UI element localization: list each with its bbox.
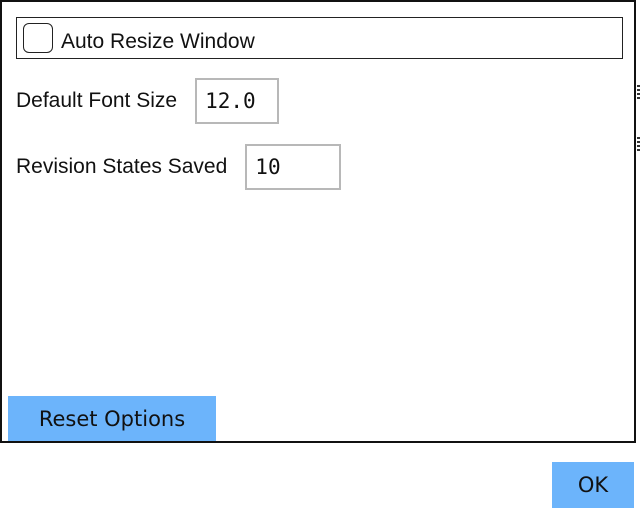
ok-button[interactable]: OK xyxy=(552,462,634,508)
auto-resize-row[interactable]: Auto Resize Window xyxy=(16,17,623,59)
default-font-size-label: Default Font Size xyxy=(16,89,178,112)
default-font-size-row: Default Font Size xyxy=(16,78,280,124)
revision-states-row: Revision States Saved xyxy=(16,144,342,190)
reset-options-button[interactable]: Reset Options xyxy=(8,396,216,441)
revision-states-label: Revision States Saved xyxy=(16,155,228,178)
auto-resize-label: Auto Resize Window xyxy=(61,30,255,53)
auto-resize-checkbox[interactable] xyxy=(23,23,53,53)
default-font-size-input[interactable] xyxy=(195,78,280,124)
options-panel: Auto Resize Window Default Font Size Rev… xyxy=(0,0,636,443)
revision-states-input[interactable] xyxy=(245,144,342,190)
options-dialog: Auto Resize Window Default Font Size Rev… xyxy=(0,0,640,512)
window-edge-marks xyxy=(636,85,640,155)
